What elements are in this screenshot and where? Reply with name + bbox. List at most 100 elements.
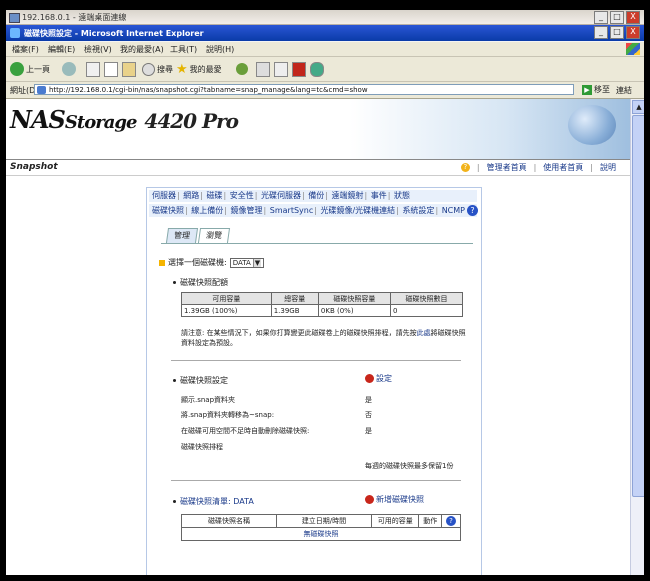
- search-icon: [142, 62, 155, 76]
- nav-snapshot[interactable]: 磁碟快照: [152, 206, 184, 215]
- go-button[interactable]: ▶ 移至: [582, 84, 610, 95]
- panel-help-icon[interactable]: ?: [467, 205, 478, 216]
- edit-icon: [292, 61, 306, 77]
- quota-col-snap-count: 磁碟快照數目: [389, 292, 464, 305]
- divider: [171, 480, 461, 481]
- nav-network[interactable]: 網路: [183, 191, 199, 200]
- table-row: 無磁碟快照: [181, 527, 461, 541]
- nav-system[interactable]: 系統設定: [402, 206, 434, 215]
- col-action: 動作: [418, 514, 442, 528]
- windows-logo-icon: [626, 43, 640, 55]
- brand-logo: NASStorage 4420 Pro: [10, 105, 239, 134]
- address-input[interactable]: http://192.168.0.1/cgi-bin/nas/snapshot.…: [34, 84, 574, 95]
- messenger-button[interactable]: [310, 61, 324, 77]
- tab-bar: 管理 瀏覽: [165, 228, 231, 243]
- menu-bar: 檔案(F) 編輯(E) 檢視(V) 我的最愛(A) 工具(T) 說明(H): [6, 42, 644, 57]
- scroll-thumb[interactable]: [632, 115, 644, 497]
- print-icon: [274, 61, 288, 77]
- volume-select[interactable]: DATA ▼: [229, 257, 265, 268]
- links-button[interactable]: 連結: [616, 85, 632, 96]
- nav-remote-mirror[interactable]: 遠端鏡射: [332, 191, 364, 200]
- quota-col-snap-size: 磁碟快照容量: [317, 292, 391, 305]
- stop-button[interactable]: [86, 61, 100, 77]
- menu-edit[interactable]: 編輯(E): [48, 44, 75, 55]
- help-circle-icon: ?: [460, 163, 470, 172]
- nav-ncmp[interactable]: NCMP: [442, 206, 465, 215]
- maximize-button[interactable]: □: [610, 26, 624, 39]
- snapshot-table: 磁碟快照名稱 建立日期/時間 可用的容量 動作 ? 無磁碟快照: [181, 514, 461, 541]
- vertical-scrollbar[interactable]: ▲: [630, 99, 644, 575]
- rdp-title: 192.168.0.1 - 遠端桌面連線: [22, 13, 127, 22]
- nav-disk[interactable]: 磁碟: [207, 191, 223, 200]
- edit-button[interactable]: [292, 61, 306, 77]
- mail-button[interactable]: [256, 61, 270, 77]
- quota-col-total: 總容量: [270, 292, 319, 305]
- home-icon: [122, 61, 136, 77]
- primary-nav: 伺服器| 網路| 磁碟| 安全性| 光碟伺服器| 備份| 遠端鏡射| 事件| 狀…: [149, 190, 477, 202]
- nav-security[interactable]: 安全性: [230, 191, 254, 200]
- favorites-button[interactable]: ★ 我的最愛: [176, 61, 222, 77]
- nav-cd-server[interactable]: 光碟伺服器: [261, 191, 301, 200]
- table-help[interactable]: ?: [441, 514, 461, 528]
- print-button[interactable]: [274, 61, 288, 77]
- help-icon: ?: [446, 516, 456, 526]
- history-button[interactable]: [236, 61, 248, 77]
- back-button[interactable]: 上一頁: [10, 61, 50, 77]
- nav-backup[interactable]: 備份: [308, 191, 324, 200]
- history-icon: [236, 63, 248, 75]
- volume-select-row: 選擇一個磁碟機: DATA ▼: [159, 257, 265, 268]
- menu-favorites[interactable]: 我的最愛(A): [120, 44, 164, 55]
- ie-icon: [10, 28, 20, 38]
- quota-heading: 磁碟快照配額: [173, 277, 228, 288]
- nav-smartsync[interactable]: SmartSync: [270, 206, 313, 215]
- nav-online-backup[interactable]: 線上備份: [191, 206, 223, 215]
- snaplist-heading: 磁碟快照清單: DATA: [173, 496, 254, 507]
- remote-desktop-frame: 192.168.0.1 - 遠端桌面連線 _ □ X 磁碟快照設定 - Micr…: [6, 10, 644, 575]
- nav-event[interactable]: 事件: [371, 191, 387, 200]
- menu-file[interactable]: 檔案(F): [12, 44, 39, 55]
- nav-cd-mirror[interactable]: 光碟鏡像/光碟機連結: [320, 206, 395, 215]
- section-header: Snapshot ? | 管理者首頁 | 使用者首頁 | 說明: [6, 159, 630, 176]
- add-snapshot-link[interactable]: 新增磁碟快照: [365, 494, 424, 505]
- settings-icon: [365, 374, 374, 383]
- rdp-icon: [9, 13, 20, 23]
- star-icon: ★: [176, 61, 188, 77]
- tab-browse[interactable]: 瀏覽: [197, 228, 231, 243]
- close-button[interactable]: X: [626, 26, 640, 39]
- nav-status[interactable]: 狀態: [394, 191, 410, 200]
- nav-server[interactable]: 伺服器: [152, 191, 176, 200]
- home-button[interactable]: [122, 61, 136, 77]
- rdp-maximize-button[interactable]: □: [610, 11, 624, 24]
- scroll-up-icon[interactable]: ▲: [632, 100, 644, 114]
- tab-manage[interactable]: 管理: [165, 228, 199, 243]
- col-created: 建立日期/時間: [276, 514, 372, 528]
- add-icon: [365, 495, 374, 504]
- refresh-button[interactable]: [104, 61, 118, 77]
- help-link[interactable]: 說明: [600, 162, 616, 173]
- chevron-down-icon: ▼: [252, 258, 262, 267]
- nav-mirror[interactable]: 鏡像管理: [231, 206, 263, 215]
- user-home-link[interactable]: 使用者首頁: [543, 162, 583, 173]
- quota-note: 請注意: 在某些情況下，如果你打算變更此磁碟卷上的磁碟快照排程，請先按此處將磁碟…: [181, 329, 466, 347]
- snapshot-panel: 伺服器| 網路| 磁碟| 安全性| 光碟伺服器| 備份| 遠端鏡射| 事件| 狀…: [146, 187, 482, 575]
- browser-title: 磁碟快照設定 - Microsoft Internet Explorer: [24, 29, 204, 38]
- search-button[interactable]: 搜尋: [142, 61, 173, 77]
- rdp-minimize-button[interactable]: _: [594, 11, 608, 24]
- forward-button[interactable]: [62, 61, 76, 77]
- tab-divider: [161, 243, 473, 244]
- settings-link[interactable]: 設定: [365, 373, 392, 384]
- admin-home-link[interactable]: 管理者首頁: [487, 162, 527, 173]
- arrow-icon: [159, 259, 165, 266]
- web-page: NASStorage 4420 Pro Snapshot ? | 管理者首頁 | …: [6, 99, 630, 575]
- menu-help[interactable]: 說明(H): [206, 44, 234, 55]
- minimize-button[interactable]: _: [594, 26, 608, 39]
- section-title: Snapshot: [10, 162, 58, 172]
- col-size: 可用的容量: [370, 514, 420, 528]
- here-link[interactable]: 此處: [417, 329, 431, 337]
- rdp-close-button[interactable]: X: [626, 11, 640, 24]
- col-snap-name: 磁碟快照名稱: [181, 514, 277, 528]
- menu-view[interactable]: 檢視(V): [84, 44, 112, 55]
- menu-tools[interactable]: 工具(T): [170, 44, 197, 55]
- refresh-icon: [104, 61, 118, 77]
- empty-message: 無磁碟快照: [181, 527, 461, 541]
